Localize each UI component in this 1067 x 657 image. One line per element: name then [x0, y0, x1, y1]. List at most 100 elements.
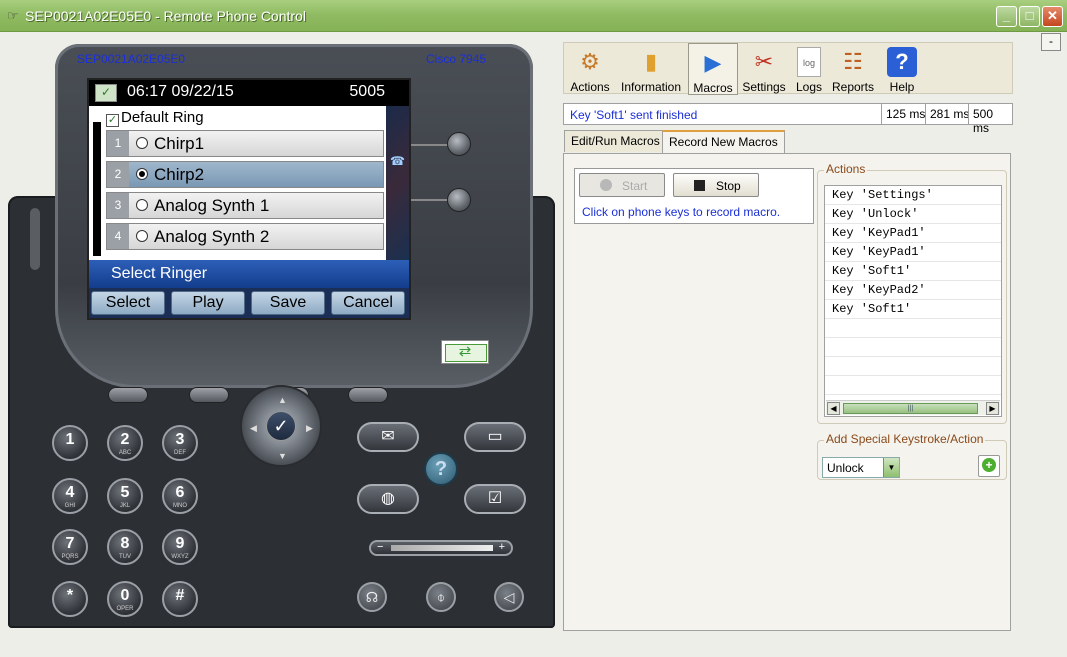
- keypad-pound[interactable]: #: [162, 581, 198, 617]
- add-action-button[interactable]: [978, 455, 1000, 477]
- toolbar-actions-button[interactable]: ⚙ Actions: [566, 43, 614, 95]
- directories-button[interactable]: ▭: [464, 422, 526, 452]
- list-item[interactable]: Key 'KeyPad2': [825, 281, 1001, 300]
- ringer-item-1[interactable]: 1 Chirp1: [106, 130, 384, 157]
- list-item[interactable]: Key 'KeyPad1': [825, 224, 1001, 243]
- toolbar-information-button[interactable]: ▮ Information: [616, 43, 686, 95]
- headset-button[interactable]: ☊: [357, 582, 387, 612]
- line-button-1[interactable]: [447, 132, 471, 156]
- stop-button[interactable]: Stop: [673, 173, 759, 197]
- list-scrollbar[interactable]: [93, 122, 101, 256]
- ringer-item-2[interactable]: 2 Chirp2: [106, 161, 384, 188]
- list-item: [825, 338, 1001, 357]
- chevron-down-icon[interactable]: ▼: [883, 458, 899, 477]
- special-action-select[interactable]: Unlock ▼: [822, 457, 900, 478]
- keypad-1[interactable]: 1: [52, 425, 88, 461]
- headset-icon: ☊: [365, 589, 379, 605]
- phone-mac-label: SEP0021A02E05E0: [77, 52, 186, 66]
- toolbar-help-button[interactable]: ? Help: [882, 43, 922, 95]
- nav-down-icon[interactable]: ▼: [278, 451, 287, 461]
- scroll-thumb[interactable]: |||: [843, 403, 978, 414]
- nav-up-icon[interactable]: ▲: [278, 395, 287, 405]
- list-item: [825, 376, 1001, 395]
- softkey-save[interactable]: Save: [251, 291, 325, 315]
- volume-control[interactable]: − +: [369, 540, 513, 556]
- keypad-4[interactable]: 4 GHI: [52, 478, 88, 514]
- keypad-5[interactable]: 5 JKL: [107, 478, 143, 514]
- speaker-icon: ◁: [503, 589, 515, 605]
- key-letters: TUV: [119, 554, 131, 560]
- scroll-right-icon[interactable]: ▶: [986, 402, 999, 415]
- tab-record-new-macros[interactable]: Record New Macros: [662, 130, 785, 154]
- list-item[interactable]: Key 'Soft1': [825, 300, 1001, 319]
- scroll-left-icon[interactable]: ◀: [827, 402, 840, 415]
- minimize-button[interactable]: _: [996, 6, 1017, 27]
- keypad-0[interactable]: 0 OPER: [107, 581, 143, 617]
- key-digit: *: [66, 587, 74, 604]
- nav-select-icon[interactable]: ✓: [266, 411, 296, 441]
- keypad-star[interactable]: *: [52, 581, 88, 617]
- keypad-7[interactable]: 7 PQRS: [52, 529, 88, 565]
- screen-status-bar: ✓ 06:17 09/22/15 5005: [89, 80, 409, 106]
- hard-softkey-1[interactable]: [108, 387, 148, 403]
- collapse-button[interactable]: -: [1041, 33, 1061, 51]
- checkbox-icon: ✓: [106, 114, 119, 127]
- softkey-cancel[interactable]: Cancel: [331, 291, 405, 315]
- gears-icon: ⚙: [580, 49, 600, 74]
- app-window: ☞ SEP0021A02E05E0 - Remote Phone Control…: [0, 0, 1067, 657]
- toolbar-settings-button[interactable]: ✂ Settings: [740, 43, 788, 95]
- hard-softkey-2[interactable]: [189, 387, 229, 403]
- start-button[interactable]: Start: [579, 173, 665, 197]
- actions-list[interactable]: Key 'Settings' Key 'Unlock' Key 'KeyPad1…: [824, 185, 1002, 417]
- hard-softkey-4[interactable]: [348, 387, 388, 403]
- softkey-play[interactable]: Play: [171, 291, 245, 315]
- nav-right-icon[interactable]: ▶: [306, 423, 313, 434]
- nav-left-icon[interactable]: ◀: [250, 423, 257, 434]
- list-item[interactable]: Key 'Unlock': [825, 205, 1001, 224]
- timing-cell-3: 500 ms: [968, 104, 1012, 135]
- list-item[interactable]: Key 'KeyPad1': [825, 243, 1001, 262]
- messages-button[interactable]: ✉: [357, 422, 419, 452]
- toolbar-label: Macros: [693, 81, 733, 95]
- volume-down-icon[interactable]: −: [377, 541, 383, 553]
- phone-screen: ✓ 06:17 09/22/15 5005 ☎ ✓ Default Ring 1 C…: [87, 78, 411, 320]
- mute-button[interactable]: ⌽: [426, 582, 456, 612]
- swap-view-button[interactable]: ⇄: [441, 340, 489, 364]
- select-value: Unlock: [827, 461, 864, 475]
- screen-wallpaper: [385, 106, 409, 260]
- keypad-9[interactable]: 9 WXYZ: [162, 529, 198, 565]
- volume-up-icon[interactable]: +: [499, 541, 505, 553]
- key-digit: 1: [65, 431, 75, 448]
- keypad-3[interactable]: 3 DEF: [162, 425, 198, 461]
- item-number: 4: [107, 224, 129, 249]
- maximize-button[interactable]: □: [1019, 6, 1040, 27]
- window-title: SEP0021A02E05E0 - Remote Phone Control: [25, 8, 306, 24]
- handset-slot: [30, 208, 40, 270]
- title-bar[interactable]: ☞ SEP0021A02E05E0 - Remote Phone Control…: [0, 0, 1067, 32]
- special-group-title: Add Special Keystroke/Action: [824, 432, 986, 446]
- toolbar-macros-button[interactable]: ▶ Macros: [688, 43, 738, 95]
- keypad-2[interactable]: 2 ABC: [107, 425, 143, 461]
- ringer-item-3[interactable]: 3 Analog Synth 1: [106, 192, 384, 219]
- list-item[interactable]: Key 'Soft1': [825, 262, 1001, 281]
- speaker-button[interactable]: ◁: [494, 582, 524, 612]
- services-button[interactable]: ◍: [357, 484, 419, 514]
- navigation-pad[interactable]: ▲ ▼ ◀ ▶ ✓: [240, 385, 322, 467]
- toolbar-logs-button[interactable]: log Logs: [792, 43, 826, 95]
- settings-button[interactable]: ☑: [464, 484, 526, 514]
- radio-icon: [136, 199, 148, 211]
- toolbar-reports-button[interactable]: ☷ Reports: [828, 43, 878, 95]
- softkey-select[interactable]: Select: [91, 291, 165, 315]
- close-button[interactable]: ✕: [1042, 6, 1063, 27]
- actions-hscrollbar[interactable]: ◀ ||| ▶: [826, 400, 1000, 415]
- list-item[interactable]: Key 'Settings': [825, 186, 1001, 205]
- tab-edit-run-macros[interactable]: Edit/Run Macros: [564, 130, 667, 152]
- prompt-text: Select Ringer: [111, 265, 208, 282]
- swap-icon: ⇄: [458, 343, 472, 360]
- help-key[interactable]: ?: [424, 452, 458, 486]
- line-button-2[interactable]: [447, 188, 471, 212]
- ringer-item-4[interactable]: 4 Analog Synth 2: [106, 223, 384, 250]
- keypad-6[interactable]: 6 MNO: [162, 478, 198, 514]
- toolbar-label: Logs: [795, 80, 823, 94]
- keypad-8[interactable]: 8 TUV: [107, 529, 143, 565]
